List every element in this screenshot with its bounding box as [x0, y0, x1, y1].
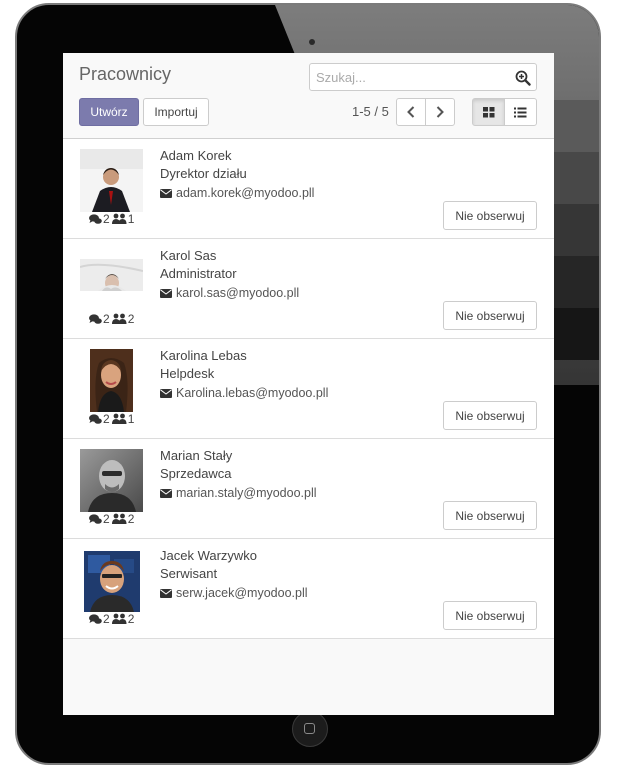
list-view-button[interactable]	[504, 98, 537, 126]
comments-icon	[89, 413, 102, 424]
card-stats: 2 1	[89, 212, 134, 226]
employee-card[interactable]: 2 2 Jacek Warzywko Serwisant serw.jacek@…	[63, 539, 554, 639]
users-icon	[111, 513, 127, 524]
users-icon	[111, 313, 127, 324]
employee-name[interactable]: Marian Stały	[160, 448, 232, 463]
card-stats: 2 2	[89, 512, 134, 526]
create-button[interactable]: Utwórz	[79, 98, 139, 126]
email-text[interactable]: karol.sas@myodoo.pll	[176, 286, 299, 300]
unfollow-button[interactable]: Nie obserwuj	[443, 401, 537, 430]
comments-icon	[89, 613, 102, 624]
unfollow-button[interactable]: Nie obserwuj	[443, 601, 537, 630]
employee-name[interactable]: Adam Korek	[160, 148, 232, 163]
search-input[interactable]	[316, 68, 506, 86]
employee-photo	[80, 549, 143, 612]
employee-job-title: Dyrektor działu	[160, 166, 247, 181]
card-stats: 2 2	[89, 612, 134, 626]
employee-name[interactable]: Jacek Warzywko	[160, 548, 257, 563]
kanban-cards: 2 1 Adam Korek Dyrektor działu adam.kore…	[63, 139, 554, 639]
employee-job-title: Helpdesk	[160, 366, 215, 381]
users-icon	[111, 613, 127, 624]
email-text[interactable]: Karolina.lebas@myodoo.pll	[176, 386, 328, 400]
email-text[interactable]: adam.korek@myodoo.pll	[176, 186, 314, 200]
search-box[interactable]	[309, 63, 537, 91]
pager-next-button[interactable]	[425, 98, 455, 126]
employee-email[interactable]: Karolina.lebas@myodoo.pll	[160, 386, 328, 400]
message-count: 2	[103, 612, 110, 626]
employee-name[interactable]: Karol Sas	[160, 248, 216, 263]
employee-photo	[80, 449, 143, 512]
employee-email[interactable]: adam.korek@myodoo.pll	[160, 186, 314, 200]
message-count: 2	[103, 512, 110, 526]
message-count: 2	[103, 412, 110, 426]
camera	[309, 39, 315, 45]
employee-card[interactable]: 2 2 Marian Stały Sprzedawca marian.staly…	[63, 439, 554, 539]
envelope-icon	[160, 188, 172, 198]
envelope-icon	[160, 588, 172, 598]
home-button[interactable]	[292, 711, 328, 747]
employee-job-title: Serwisant	[160, 566, 218, 581]
follower-count: 1	[127, 212, 135, 226]
follower-count: 2	[127, 512, 135, 526]
employee-email[interactable]: karol.sas@myodoo.pll	[160, 286, 299, 300]
page-title: Pracownicy	[79, 64, 172, 84]
employee-email[interactable]: serw.jacek@myodoo.pll	[160, 586, 308, 600]
employee-name[interactable]: Karolina Lebas	[160, 348, 247, 363]
kanban-view-button[interactable]	[472, 98, 505, 126]
follower-count: 2	[127, 312, 135, 326]
app-screen: Pracownicy Utwórz Importuj 1-5 / 5	[63, 53, 554, 715]
email-text[interactable]: marian.staly@myodoo.pll	[176, 486, 317, 500]
pager-previous-button[interactable]	[396, 98, 426, 126]
email-text[interactable]: serw.jacek@myodoo.pll	[176, 586, 308, 600]
search-icon[interactable]	[515, 70, 531, 91]
employee-card[interactable]: 2 1 Karolina Lebas Helpdesk Karolina.leb…	[63, 339, 554, 439]
pager-value[interactable]: 1-5 / 5	[352, 104, 389, 119]
employee-photo	[80, 149, 143, 212]
envelope-icon	[160, 388, 172, 398]
unfollow-button[interactable]: Nie obserwuj	[443, 501, 537, 530]
message-count: 2	[103, 212, 110, 226]
follower-count: 2	[127, 612, 135, 626]
card-stats: 2 1	[89, 412, 134, 426]
users-icon	[111, 213, 127, 224]
employee-job-title: Sprzedawca	[160, 466, 232, 481]
employee-email[interactable]: marian.staly@myodoo.pll	[160, 486, 317, 500]
chevron-right-icon	[436, 106, 444, 118]
import-button[interactable]: Importuj	[143, 98, 209, 126]
employee-photo	[80, 349, 143, 412]
card-stats: 2 2	[89, 312, 134, 326]
employee-card[interactable]: 2 2 Karol Sas Administrator karol.sas@my…	[63, 239, 554, 339]
follower-count: 1	[127, 412, 135, 426]
grid-icon	[482, 106, 494, 117]
envelope-icon	[160, 288, 172, 298]
unfollow-button[interactable]: Nie obserwuj	[443, 201, 537, 230]
list-icon	[514, 107, 527, 117]
message-count: 2	[103, 312, 110, 326]
chevron-left-icon	[407, 106, 415, 118]
users-icon	[111, 413, 127, 424]
comments-icon	[89, 513, 102, 524]
envelope-icon	[160, 488, 172, 498]
employee-job-title: Administrator	[160, 266, 237, 281]
comments-icon	[89, 213, 102, 224]
employee-photo	[80, 249, 143, 312]
employee-card[interactable]: 2 1 Adam Korek Dyrektor działu adam.kore…	[63, 139, 554, 239]
unfollow-button[interactable]: Nie obserwuj	[443, 301, 537, 330]
comments-icon	[89, 313, 102, 324]
